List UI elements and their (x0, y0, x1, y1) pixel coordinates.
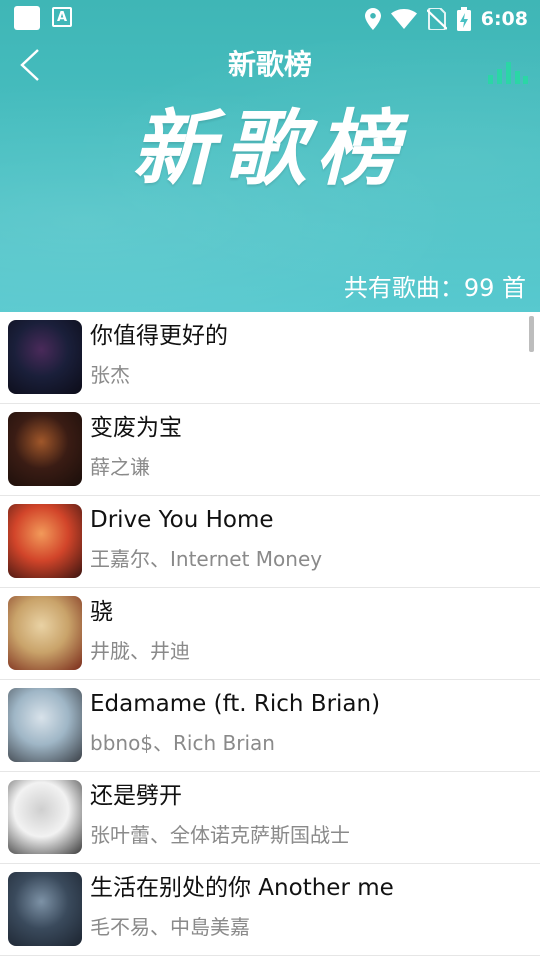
wifi-icon (390, 9, 417, 29)
banner-title-art: 新歌榜 (132, 102, 408, 197)
song-artist: 王嘉尔、Internet Money (90, 547, 323, 571)
song-artist: bbno$、Rich Brian (90, 731, 275, 755)
song-title: Edamame (ft. Rich Brian) (90, 691, 381, 717)
song-list: 你值得更好的 张杰 变废为宝 薛之谦 Drive You Home 王嘉尔、In… (0, 312, 540, 956)
page-title: 新歌榜 (227, 48, 312, 81)
status-time: 6:08 (480, 8, 528, 30)
song-title: 变废为宝 (90, 415, 182, 441)
album-cover (8, 596, 82, 670)
status-bar: A 6:08 (0, 0, 540, 38)
album-cover (8, 412, 82, 486)
album-cover (8, 780, 82, 854)
song-artist: 毛不易、中島美嘉 (90, 915, 250, 939)
song-row[interactable]: 骁 井胧、井迪 (0, 588, 540, 680)
song-title: 你值得更好的 (90, 323, 228, 349)
album-cover (8, 872, 82, 946)
album-cover (8, 320, 82, 394)
song-artist: 张叶蕾、全体诺克萨斯国战士 (90, 823, 350, 847)
header-banner: A 6:08 新歌榜 新歌榜 共有歌曲：99 首 (0, 0, 540, 312)
song-artist: 井胧、井迪 (90, 639, 190, 663)
song-row[interactable]: Drive You Home 王嘉尔、Internet Money (0, 496, 540, 588)
app-a-icon: A (52, 7, 72, 27)
song-title: 还是劈开 (90, 783, 182, 809)
song-title: 骁 (90, 599, 113, 625)
song-artist: 张杰 (90, 363, 130, 387)
song-row[interactable]: 还是劈开 张叶蕾、全体诺克萨斯国战士 (0, 772, 540, 864)
song-row[interactable]: 生活在别处的你 Another me 毛不易、中島美嘉 (0, 864, 540, 956)
song-title: Drive You Home (90, 507, 274, 533)
battery-charging-icon (456, 7, 471, 31)
no-sim-icon (426, 8, 447, 30)
now-playing-eq-icon[interactable] (488, 62, 528, 84)
song-title: 生活在别处的你 Another me (90, 875, 394, 901)
notification-square-icon (14, 6, 40, 30)
song-count: 共有歌曲：99 首 (343, 274, 526, 302)
song-artist: 薛之谦 (90, 455, 150, 479)
song-row[interactable]: Edamame (ft. Rich Brian) bbno$、Rich Bria… (0, 680, 540, 772)
list-scrollbar[interactable] (529, 316, 534, 352)
location-icon (364, 8, 381, 30)
album-cover (8, 688, 82, 762)
song-row[interactable]: 变废为宝 薛之谦 (0, 404, 540, 496)
song-row[interactable]: 你值得更好的 张杰 (0, 312, 540, 404)
album-cover (8, 504, 82, 578)
